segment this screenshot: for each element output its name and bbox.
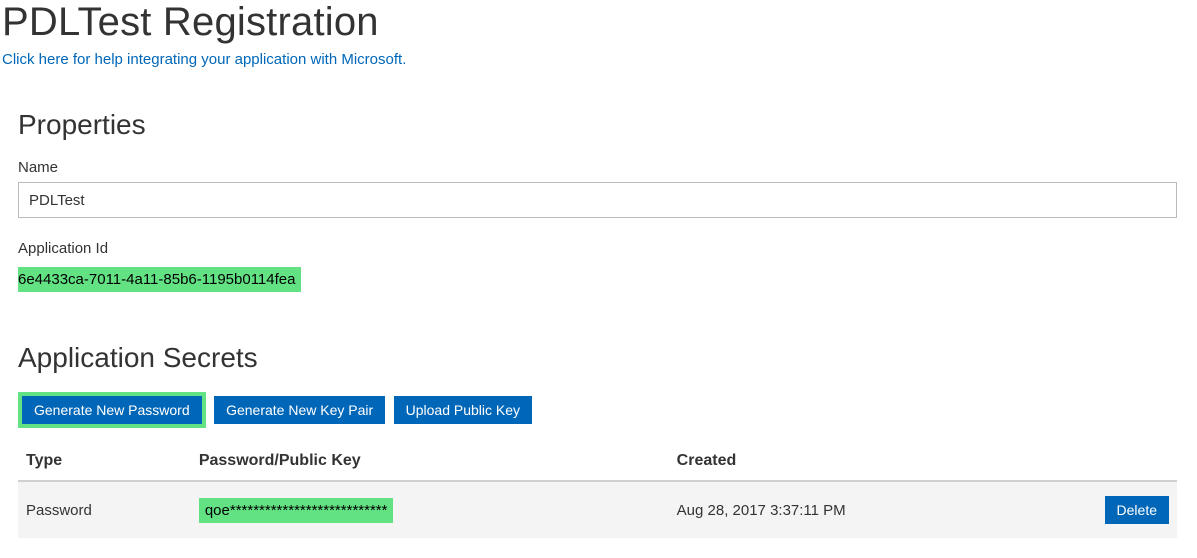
application-id-label: Application Id <box>18 240 1197 257</box>
secrets-table: Type Password/Public Key Created Passwor… <box>18 442 1177 538</box>
secret-type-cell: Password <box>18 481 191 538</box>
column-header-created: Created <box>669 442 1055 481</box>
application-secrets-section: Application Secrets Generate New Passwor… <box>18 342 1197 538</box>
generate-new-password-button[interactable]: Generate New Password <box>22 396 202 424</box>
column-header-action <box>1055 442 1177 481</box>
column-header-key: Password/Public Key <box>191 442 669 481</box>
application-secrets-heading: Application Secrets <box>18 342 1197 374</box>
secrets-button-row: Generate New Password Generate New Key P… <box>18 392 1197 428</box>
application-id-value: 6e4433ca-7011-4a11-85b6-1195b0114fea <box>18 267 301 292</box>
secret-key-value: qoe*************************** <box>199 498 394 523</box>
table-row: Password qoe*************************** … <box>18 481 1177 538</box>
properties-section: Properties Name Application Id 6e4433ca-… <box>18 109 1197 292</box>
upload-public-key-button[interactable]: Upload Public Key <box>394 396 532 424</box>
delete-button[interactable]: Delete <box>1105 496 1169 524</box>
name-input[interactable] <box>18 182 1177 218</box>
page-title: PDLTest Registration <box>2 0 1197 45</box>
secret-created-cell: Aug 28, 2017 3:37:11 PM <box>669 481 1055 538</box>
name-label: Name <box>18 159 1197 176</box>
secret-key-cell: qoe*************************** <box>191 481 669 538</box>
column-header-type: Type <box>18 442 191 481</box>
generate-new-key-pair-button[interactable]: Generate New Key Pair <box>214 396 385 424</box>
secret-action-cell: Delete <box>1055 481 1177 538</box>
properties-heading: Properties <box>18 109 1197 141</box>
generate-password-highlight: Generate New Password <box>18 392 206 428</box>
help-link[interactable]: Click here for help integrating your app… <box>2 51 406 68</box>
